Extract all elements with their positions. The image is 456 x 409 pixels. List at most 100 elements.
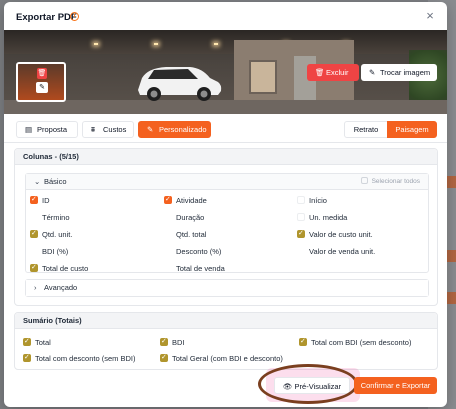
select-all-label: Selecionar todos [371,178,420,185]
column-option-atividade[interactable]: Atividade [164,194,207,207]
logo-thumbnail[interactable]: 🗑 ✎ [16,62,66,102]
column-option-inicio[interactable]: Início [297,195,327,207]
basic-section-header[interactable]: ⌄ Básico Selecionar todos [26,174,428,190]
chevron-down-icon: ⌄ [34,177,41,186]
checkbox[interactable] [299,336,307,348]
confirm-export-button[interactable]: Confirmar e Exportar [354,377,437,394]
orientation-retrato[interactable]: Retrato [344,121,388,138]
cover-image-light [154,43,158,45]
cover-image-window [249,60,277,94]
column-option-label: Total de custo [42,264,89,273]
delete-image-label: Excluir [326,68,349,77]
column-option-label: Início [309,196,327,205]
column-option-label: Qtd. unit. [42,230,73,239]
checkbox[interactable] [297,213,305,221]
tab-personalizado[interactable]: ✎ Personalizado [138,121,211,138]
info-icon[interactable]: i [70,12,79,21]
column-option-label: Término [42,213,70,222]
checkbox[interactable] [164,264,172,272]
checkbox[interactable] [30,213,38,221]
summary-option-total-com-bdi[interactable]: Total com BDI (sem desconto) [299,336,412,349]
column-option-label: Qtd. total [176,230,207,239]
tab-custos-label: Custos [103,125,127,134]
checkbox[interactable] [23,336,31,348]
tab-proposta[interactable]: ▤ Proposta [16,121,78,138]
replace-image-button[interactable]: ✎ Trocar imagem [361,64,437,81]
checkbox[interactable] [164,213,172,221]
checkbox[interactable] [30,247,38,255]
tab-personalizado-label: Personalizado [159,125,207,134]
columns-panel: Colunas - (5/15) ⌄ Básico Selecionar todo… [14,148,438,306]
replace-image-label: Trocar imagem [380,68,431,77]
checkbox[interactable] [297,196,305,204]
document-icon: ▤ [25,125,33,134]
annotation-circle [258,364,358,404]
column-option-duracao[interactable]: Duração [164,212,204,224]
advanced-section: › Avançado [25,279,429,297]
advanced-section-label: Avançado [44,283,78,292]
column-option-desconto[interactable]: Desconto (%) [164,246,221,258]
tab-custos[interactable]: ⩩ Custos [82,121,134,138]
checkbox[interactable] [23,352,31,364]
pencil-icon: ✎ [147,125,154,134]
column-option-qtd-unit[interactable]: Qtd. unit. [30,228,73,241]
basic-section: ⌄Básico Selecionar todos ID Atividade In… [25,173,429,275]
cover-image-ceiling [4,30,447,54]
column-option-qtd-total[interactable]: Qtd. total [164,229,206,241]
car-graphic [138,67,222,101]
cover-image-light [214,43,218,45]
basic-section-label: Básico [44,177,67,186]
checkbox[interactable] [160,336,168,348]
checkbox[interactable] [164,247,172,255]
select-all-box [360,177,368,184]
checkbox[interactable] [30,194,38,206]
pencil-icon: ✎ [369,68,376,77]
modal-title: Exportar PDF [16,12,77,23]
column-option-valor-venda-unit[interactable]: Valor de venda unit. [297,246,375,258]
close-button[interactable]: × [423,9,437,23]
column-option-total-venda[interactable]: Total de venda [164,263,225,275]
summary-option-total-com-desconto[interactable]: Total com desconto (sem BDI) [23,352,136,365]
column-option-id[interactable]: ID [30,194,50,207]
divider [4,142,447,143]
column-option-termino[interactable]: Término [30,212,70,224]
column-option-label: Desconto (%) [176,247,222,256]
column-option-un-medida[interactable]: Un. medida [297,212,347,224]
checkbox[interactable] [160,352,168,364]
summary-option-total-geral[interactable]: Total Geral (com BDI e desconto) [160,352,283,365]
delete-image-button[interactable]: 🗑Excluir [307,64,359,81]
column-option-label: Total de venda [176,264,225,273]
checkbox[interactable] [30,228,38,240]
column-option-label: Atividade [176,196,207,205]
column-option-label: ID [42,196,50,205]
modal-header: Exportar PDF i × [4,2,447,30]
thumbnail-edit-icon[interactable]: ✎ [36,82,48,93]
checkbox[interactable] [297,247,305,255]
summary-option-label: Total Geral (com BDI e desconto) [172,354,283,363]
cover-image-floor [4,100,447,114]
summary-option-label: Total com BDI (sem desconto) [311,338,412,347]
thumbnail-trash-icon[interactable]: 🗑 [37,68,47,79]
advanced-section-header[interactable]: › Avançado [26,280,428,296]
column-option-valor-custo-unit[interactable]: Valor de custo unit. [297,228,373,241]
orientation-paisagem[interactable]: Paisagem [387,121,437,138]
tab-proposta-label: Proposta [37,125,68,134]
checkbox[interactable] [164,230,172,238]
summary-option-total[interactable]: Total [23,336,51,349]
summary-panel-title: Sumário (Totais) [15,313,437,329]
column-option-bdi[interactable]: BDI (%) [30,246,68,258]
column-option-total-custo[interactable]: Total de custo [30,262,89,275]
cover-image: 🗑Excluir ✎ Trocar imagem [4,30,447,114]
checkbox[interactable] [30,262,38,274]
select-all-checkbox[interactable]: Selecionar todos [360,174,420,190]
checkbox[interactable] [164,194,172,206]
summary-option-bdi[interactable]: BDI [160,336,185,349]
checkbox[interactable] [297,228,305,240]
summary-option-label: BDI [172,338,185,347]
export-pdf-modal: Exportar PDF i × 🗑Excluir ✎ Trocar imagem [4,2,447,407]
column-option-label: Valor de venda unit. [309,247,376,256]
summary-option-label: Total com desconto (sem BDI) [35,354,136,363]
summary-panel: Sumário (Totais) Total BDI Total com BDI… [14,312,438,370]
trash-icon: 🗑 [315,68,325,77]
cover-image-light [94,43,98,45]
